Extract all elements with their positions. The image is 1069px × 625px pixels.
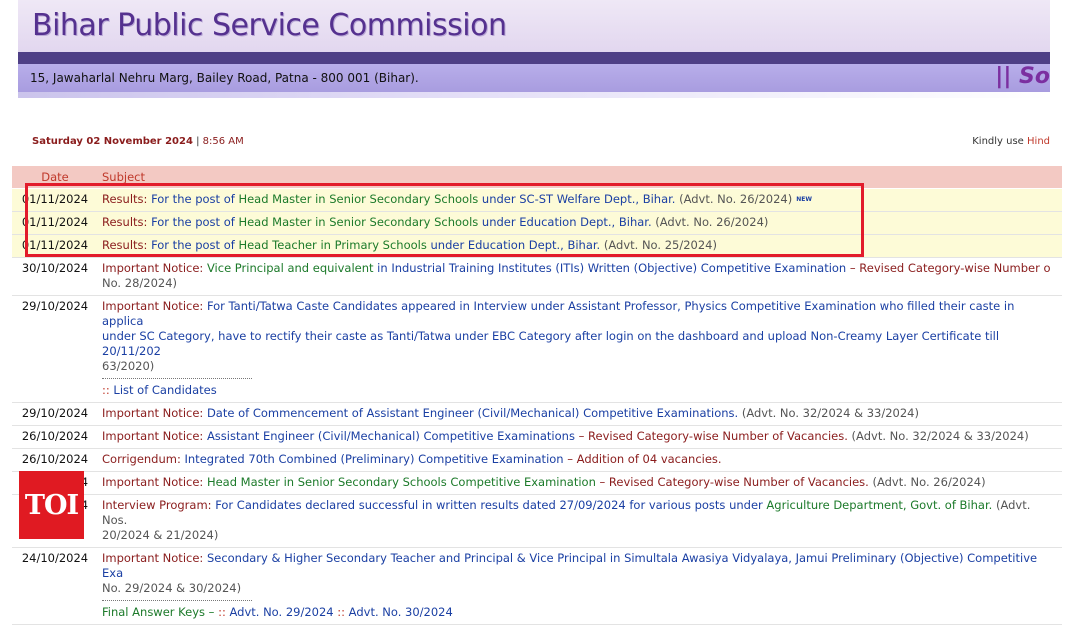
address-bar: 15, Jawaharlal Nehru Marg, Bailey Road, … [18, 64, 1050, 92]
row-date: 26/10/2024 [12, 425, 98, 449]
current-datetime: Saturday 02 November 2024 | 8:56 AM [32, 136, 244, 147]
notice-link[interactable]: For Tanti/Tatwa Caste Candidates appeare… [102, 299, 1014, 328]
notice-type: Important Notice: [102, 429, 207, 443]
row-date: 29/10/2024 [12, 402, 98, 426]
browser-note-link[interactable]: Hind [1027, 136, 1050, 147]
notice-type: Interview Program: [102, 498, 216, 512]
row-subject: Important Notice: Date of Commencement o… [98, 402, 1062, 426]
table-row: 30/10/2024 Important Notice: Vice Princi… [12, 257, 1062, 296]
notice-type: Important Notice: [102, 299, 207, 313]
notice-type: Corrigendum: [102, 452, 185, 466]
notice-detail[interactable]: – Revised Category-wise Number o [846, 261, 1051, 275]
notice-advt: (Advt. No. 26/2024) [868, 475, 986, 489]
answer-keys-sep: :: [218, 605, 230, 619]
notice-link[interactable]: under SC Category, have to rectify their… [102, 329, 999, 358]
row-subject: Important Notice: Secondary & Higher Sec… [98, 547, 1062, 625]
list-of-candidates-link[interactable]: List of Candidates [113, 383, 216, 397]
row-date: 30/10/2024 [12, 257, 98, 296]
slogan: || So [995, 64, 1050, 89]
table-row: 24/10/2024 Important Notice: Secondary &… [12, 547, 1062, 625]
highlight-box [25, 183, 864, 257]
notice-link[interactable]: Head Master in Senior Secondary Schools … [207, 475, 596, 489]
notice-dept[interactable]: Agriculture Department, Govt. of Bihar. [766, 498, 992, 512]
notice-type: Important Notice: [102, 261, 207, 275]
site-title: Bihar Public Service Commission [32, 8, 507, 43]
answer-key-link-29[interactable]: Advt. No. 29/2024 [229, 605, 333, 619]
sub-link[interactable]: :: List of Candidates [102, 383, 1058, 398]
office-address: 15, Jawaharlal Nehru Marg, Bailey Road, … [30, 71, 419, 85]
table-row: 26/10/2024 Important Notice: Assistant E… [12, 425, 1062, 449]
datetime-separator: | [192, 136, 203, 147]
row-subject: Important Notice: Head Master in Senior … [98, 471, 1062, 495]
header-divider [18, 52, 1050, 64]
notice-link[interactable]: For Candidates declared successful in wr… [215, 498, 766, 512]
notice-advt: 20/2024 & 21/2024) [102, 528, 219, 542]
notice-type: Important Notice: [102, 475, 207, 489]
table-row: 25/10/2024 Important Notice: Head Master… [12, 471, 1062, 495]
notice-advt: No. 28/2024) [102, 276, 178, 290]
notice-advt: (Advt. No. 32/2024 & 33/2024) [738, 406, 919, 420]
notice-link[interactable]: in Industrial Training Institutes (ITIs)… [374, 261, 846, 275]
row-subject: Important Notice: Assistant Engineer (Ci… [98, 425, 1062, 449]
notice-advt: (Advt. No. 32/2024 & 33/2024) [847, 429, 1029, 443]
notice-advt: No. 29/2024 & 30/2024) [102, 581, 242, 595]
browser-note-text: Kindly use [972, 136, 1028, 147]
table-row: 24/10/2024 Interview Program: For Candid… [12, 494, 1062, 548]
row-subject: Important Notice: Vice Principal and equ… [98, 257, 1062, 296]
notice-link[interactable]: Vice Principal and equivalent [207, 261, 374, 275]
notice-link[interactable]: Secondary & Higher Secondary Teacher and… [102, 551, 1037, 580]
row-date: 26/10/2024 [12, 448, 98, 472]
browser-note: Kindly use Hind [972, 136, 1050, 147]
current-date: Saturday 02 November 2024 [32, 136, 193, 147]
sub-link-prefix: :: [102, 383, 114, 397]
notice-link[interactable]: Assistant Engineer (Civil/Mechanical) Co… [207, 429, 575, 443]
notice-detail[interactable]: – Revised Category-wise Number of Vacanc… [575, 429, 848, 443]
header-curve [18, 92, 1050, 98]
dotted-divider [102, 374, 252, 379]
row-date: 24/10/2024 [12, 547, 98, 625]
row-date: 29/10/2024 [12, 295, 98, 403]
notice-link[interactable]: Integrated 70th Combined (Preliminary) C… [185, 452, 564, 466]
dotted-divider [102, 596, 252, 601]
notice-advt: 63/2020) [102, 359, 155, 373]
row-subject: Corrigendum: Integrated 70th Combined (P… [98, 448, 1062, 472]
notice-detail[interactable]: – Addition of 04 vacancies. [564, 452, 721, 466]
answer-keys-label: Final Answer Keys – [102, 605, 219, 619]
row-subject: Interview Program: For Candidates declar… [98, 494, 1062, 548]
table-row: 26/10/2024 Corrigendum: Integrated 70th … [12, 448, 1062, 472]
notice-detail[interactable]: – Revised Category-wise Number of Vacanc… [596, 475, 869, 489]
answer-keys-sep: :: [337, 605, 349, 619]
row-subject: Important Notice: For Tanti/Tatwa Caste … [98, 295, 1062, 403]
header-banner: Bihar Public Service Commission [18, 0, 1050, 52]
notice-type: Important Notice: [102, 406, 207, 420]
table-row: 29/10/2024 Important Notice: For Tanti/T… [12, 295, 1062, 403]
answer-key-link-30[interactable]: Advt. No. 30/2024 [349, 605, 453, 619]
answer-keys: Final Answer Keys – :: Advt. No. 29/2024… [102, 605, 1058, 620]
notice-type: Important Notice: [102, 551, 207, 565]
current-time: 8:56 AM [202, 136, 244, 147]
table-row: 29/10/2024 Important Notice: Date of Com… [12, 402, 1062, 426]
toi-watermark: TOI [19, 471, 84, 539]
notice-link[interactable]: Date of Commencement of Assistant Engine… [207, 406, 738, 420]
